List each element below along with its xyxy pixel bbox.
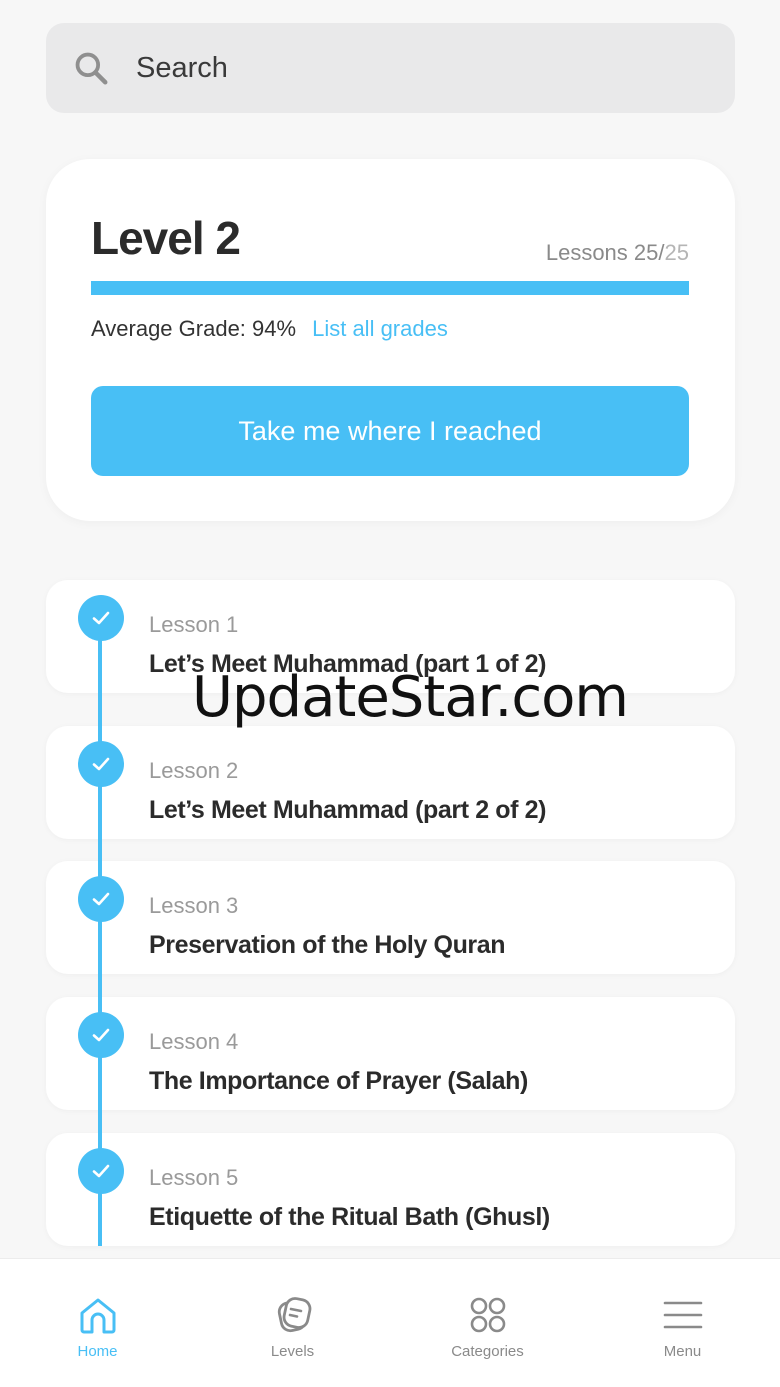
lesson-title: The Importance of Prayer (Salah) — [149, 1067, 528, 1095]
nav-levels[interactable]: Levels — [195, 1259, 390, 1387]
level-card: Level 2 Lessons 25/25 Average Grade: 94%… — [46, 159, 735, 521]
lesson-title: Let’s Meet Muhammad (part 2 of 2) — [149, 796, 547, 824]
nav-menu[interactable]: Menu — [585, 1259, 780, 1387]
search-bar[interactable] — [46, 23, 735, 113]
menu-icon — [663, 1301, 702, 1329]
check-icon — [92, 611, 110, 625]
average-grade-value: 94% — [252, 316, 297, 341]
lesson-number: Lesson 2 — [149, 758, 239, 783]
search-input[interactable] — [136, 51, 696, 85]
check-icon — [92, 892, 110, 906]
average-grade-label: Average Grade: — [91, 316, 246, 341]
list-all-grades-link[interactable]: List all grades — [312, 316, 448, 342]
lesson-number: Lesson 1 — [149, 612, 239, 637]
lesson-number: Lesson 3 — [149, 893, 239, 918]
lessons-completed: 25/ — [633, 240, 665, 265]
level-progress-bar — [91, 281, 689, 295]
nav-categories[interactable]: Categories — [390, 1259, 585, 1387]
lessons-label: Lessons — [545, 240, 628, 265]
lesson-title: Etiquette of the Ritual Bath (Ghusl) — [149, 1203, 550, 1231]
bottom-nav: Home Levels Categories Menu — [0, 1258, 780, 1387]
nav-home[interactable]: Home — [0, 1259, 195, 1387]
lessons-total: 25 — [664, 240, 689, 265]
grade-row: Average Grade: 94% List all grades — [91, 316, 448, 342]
home-icon — [80, 1298, 115, 1334]
nav-home-label: Home — [77, 1343, 118, 1360]
level-title: Level 2 — [91, 212, 241, 264]
check-icon — [92, 757, 110, 771]
lesson-number: Lesson 5 — [149, 1165, 239, 1190]
lesson-completed-check — [78, 741, 124, 787]
app-screen: Level 2 Lessons 25/25 Average Grade: 94%… — [0, 0, 780, 1387]
lesson-item[interactable]: Lesson 2 Let’s Meet Muhammad (part 2 of 2… — [46, 704, 735, 861]
levels-icon — [277, 1297, 311, 1333]
lesson-completed-check — [78, 1148, 124, 1194]
lesson-completed-check — [78, 595, 124, 641]
lesson-item[interactable]: Lesson 5 Etiquette of the Ritual Bath (Gh… — [46, 1111, 735, 1246]
continue-lesson-button[interactable]: Take me where I reached — [91, 386, 689, 476]
level-progress-fill — [91, 281, 689, 295]
lessons-count: Lessons 25/25 — [546, 240, 689, 266]
lesson-title: Preservation of the Holy Quran — [149, 931, 506, 959]
nav-levels-label: Levels — [270, 1343, 315, 1360]
lesson-item[interactable]: Lesson 4 The Importance of Prayer (Salah) — [46, 975, 735, 1132]
nav-categories-label: Categories — [451, 1343, 524, 1360]
lesson-item[interactable]: Lesson 3 Preservation of the Holy Quran — [46, 839, 735, 996]
watermark-text: UpdateStar.com — [192, 665, 629, 730]
lesson-completed-check — [78, 1012, 124, 1058]
lesson-number: Lesson 4 — [149, 1029, 239, 1054]
lesson-completed-check — [78, 876, 124, 922]
average-grade: Average Grade: 94% — [91, 316, 296, 342]
search-icon — [75, 52, 108, 85]
nav-menu-label: Menu — [663, 1343, 702, 1360]
check-icon — [92, 1164, 110, 1178]
categories-icon — [470, 1297, 505, 1333]
check-icon — [92, 1028, 110, 1042]
